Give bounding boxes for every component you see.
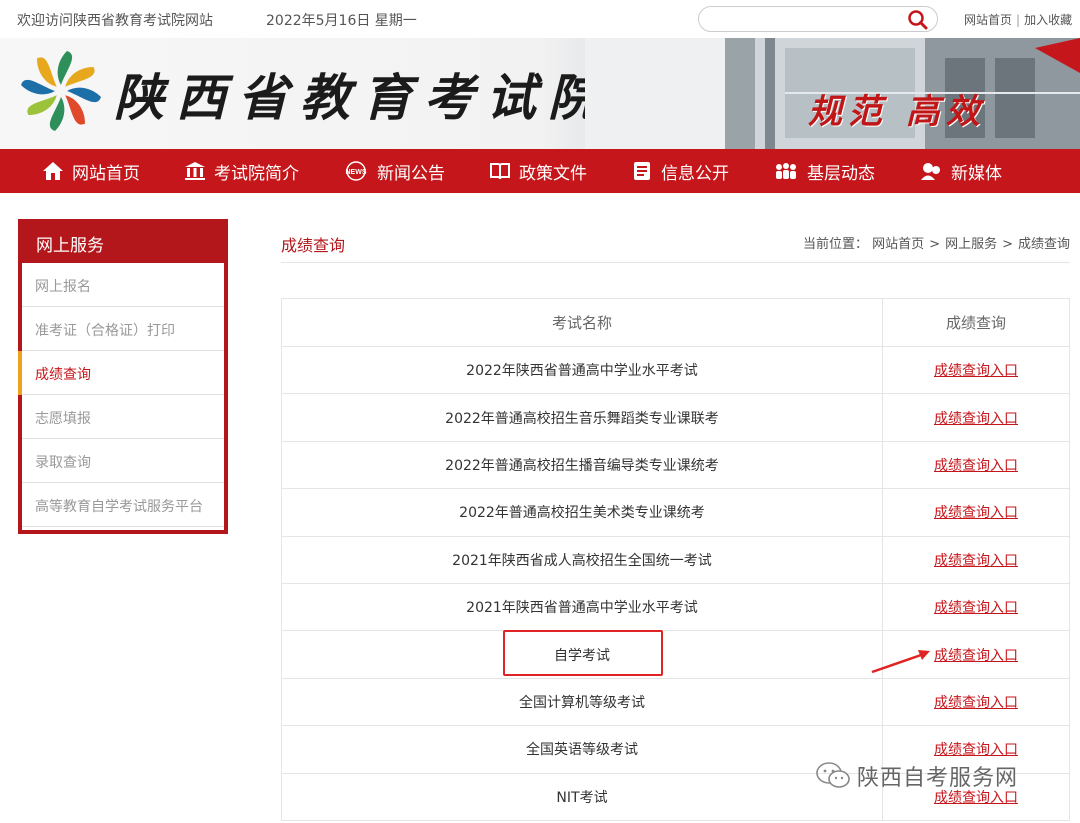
home-icon <box>43 162 63 180</box>
nav-label: 网站首页 <box>72 163 140 184</box>
main-nav: 网站首页 考试院简介 NEWS 新闻公告 政策文件 信息公开 基层动态 新媒体 <box>0 149 1080 193</box>
exam-name: 2021年陕西省普通高中学业水平考试 <box>281 582 883 632</box>
news-icon: NEWS <box>346 161 367 181</box>
table-row: 2022年普通高校招生音乐舞蹈类专业课联考 成绩查询入口 <box>281 393 1070 442</box>
link-cell: 成绩查询入口 <box>882 345 1070 395</box>
table-row: 2022年普通高校招生播音编导类专业课统考 成绩查询入口 <box>281 440 1070 490</box>
table-header-row: 考试名称 成绩查询 <box>281 298 1070 347</box>
breadcrumb: 当前位置： 网站首页 > 网上服务 > 成绩查询 <box>803 233 1070 252</box>
exam-name: 2022年陕西省普通高中学业水平考试 <box>281 345 883 395</box>
nav-label: 基层动态 <box>807 163 875 184</box>
sidebar-item-self-study-platform[interactable]: 高等教育自学考试服务平台 <box>22 483 224 527</box>
banner-slogan: 规范 高效 <box>808 92 986 132</box>
media-icon <box>921 163 940 180</box>
search-icon[interactable] <box>907 9 929 31</box>
nav-label: 新闻公告 <box>377 163 445 184</box>
nav-item-news[interactable]: NEWS 新闻公告 <box>321 149 467 193</box>
sidebar-menu: 网上报名 准考证（合格证）打印 成绩查询 志愿填报 录取查询 高等教育自学考试服… <box>18 263 224 527</box>
link-cell: 成绩查询入口 <box>882 393 1070 442</box>
table-row: 2022年普通高校招生美术类专业课统考 成绩查询入口 <box>281 488 1070 537</box>
nav-item-about[interactable]: 考试院简介 <box>162 149 321 193</box>
column-header-score-query: 成绩查询 <box>882 298 1070 347</box>
top-links: 网站首页 | 加入收藏 <box>964 11 1072 28</box>
people-icon <box>776 163 796 179</box>
table-row: 2021年陕西省成人高校招生全国统一考试 成绩查询入口 <box>281 535 1070 584</box>
sidebar-title: 网上服务 <box>18 219 228 263</box>
nav-label: 政策文件 <box>519 163 587 184</box>
nav-item-home[interactable]: 网站首页 <box>20 149 162 193</box>
score-query-link[interactable]: 成绩查询入口 <box>934 648 1018 664</box>
sidebar-item-admission-query[interactable]: 录取查询 <box>22 439 224 483</box>
breadcrumb-separator: > <box>929 237 941 252</box>
exam-name: 全国计算机等级考试 <box>281 677 883 727</box>
score-query-link[interactable]: 成绩查询入口 <box>934 742 1018 758</box>
exam-name: 2022年普通高校招生美术类专业课统考 <box>281 488 883 537</box>
watermark: 陕西自考服务网 <box>815 760 1018 792</box>
top-bar: 欢迎访问陕西省教育考试院网站 2022年5月16日 星期一 网站首页 | 加入收藏 <box>0 0 1080 38</box>
exam-name: 全国英语等级考试 <box>281 725 883 774</box>
search-box <box>698 6 938 32</box>
content-header: 成绩查询 当前位置： 网站首页 > 网上服务 > 成绩查询 <box>281 219 1070 263</box>
favorite-link[interactable]: 加入收藏 <box>1024 13 1072 27</box>
sidebar-item-score-query[interactable]: 成绩查询 <box>18 351 224 395</box>
score-query-table: 考试名称 成绩查询 2022年陕西省普通高中学业水平考试 成绩查询入口 2022年… <box>281 298 1070 821</box>
logo-icon <box>21 51 101 131</box>
header-banner: 陕西省教育考试院 规范 高效 <box>0 38 1080 149</box>
exam-name: 自学考试 <box>281 630 883 679</box>
sidebar-item-admission-ticket[interactable]: 准考证（合格证）打印 <box>22 307 224 351</box>
nav-item-policy[interactable]: 政策文件 <box>467 149 609 193</box>
sidebar-item-application[interactable]: 志愿填报 <box>22 395 224 439</box>
home-link[interactable]: 网站首页 <box>964 13 1012 27</box>
exam-name: NIT考试 <box>281 772 883 821</box>
link-cell: 成绩查询入口 <box>882 535 1070 584</box>
date-text: 2022年5月16日 星期一 <box>266 13 417 29</box>
exam-name: 2021年陕西省成人高校招生全国统一考试 <box>281 535 883 584</box>
wechat-icon <box>816 762 850 788</box>
exam-name: 2022年普通高校招生播音编导类专业课统考 <box>281 440 883 490</box>
nav-label: 考试院简介 <box>214 163 299 184</box>
site-title: 陕西省教育考试院 <box>114 68 610 127</box>
score-query-link[interactable]: 成绩查询入口 <box>934 553 1018 569</box>
nav-item-local[interactable]: 基层动态 <box>751 149 897 193</box>
table-row: 自学考试 成绩查询入口 <box>281 630 1070 679</box>
breadcrumb-current: 成绩查询 <box>1017 237 1070 252</box>
column-header-exam-name: 考试名称 <box>281 298 883 347</box>
document-icon <box>634 162 650 180</box>
watermark-text: 陕西自考服务网 <box>857 766 1019 791</box>
book-icon <box>490 163 510 180</box>
link-divider: | <box>1016 13 1021 27</box>
link-cell: 成绩查询入口 <box>882 488 1070 537</box>
score-query-link[interactable]: 成绩查询入口 <box>934 790 1018 806</box>
breadcrumb-separator: > <box>1002 237 1013 252</box>
link-cell: 成绩查询入口 <box>882 630 1070 679</box>
nav-label: 新媒体 <box>951 163 1002 184</box>
breadcrumb-prefix: 当前位置： <box>802 237 868 252</box>
sidebar: 网上服务 网上报名 准考证（合格证）打印 成绩查询 志愿填报 录取查询 高等教育… <box>18 219 228 534</box>
page-title: 成绩查询 <box>281 236 346 255</box>
breadcrumb-home[interactable]: 网站首页 <box>872 237 924 252</box>
nav-item-media[interactable]: 新媒体 <box>897 149 1024 193</box>
building-icon <box>185 162 205 180</box>
nav-label: 信息公开 <box>661 163 729 184</box>
breadcrumb-service[interactable]: 网上服务 <box>945 237 997 252</box>
score-query-link[interactable]: 成绩查询入口 <box>934 505 1018 521</box>
score-query-link[interactable]: 成绩查询入口 <box>934 363 1018 379</box>
welcome-text: 欢迎访问陕西省教育考试院网站 <box>17 13 213 29</box>
search-input[interactable] <box>711 10 901 28</box>
score-query-link[interactable]: 成绩查询入口 <box>934 458 1018 474</box>
link-cell: 成绩查询入口 <box>882 677 1070 727</box>
table-row: 2022年陕西省普通高中学业水平考试 成绩查询入口 <box>281 345 1070 395</box>
nav-item-info[interactable]: 信息公开 <box>609 149 751 193</box>
svg-text:NEWS: NEWS <box>346 169 367 176</box>
link-cell: 成绩查询入口 <box>882 582 1070 632</box>
exam-name: 2022年普通高校招生音乐舞蹈类专业课联考 <box>281 393 883 442</box>
link-cell: 成绩查询入口 <box>882 440 1070 490</box>
sidebar-item-registration[interactable]: 网上报名 <box>22 263 224 307</box>
score-query-link[interactable]: 成绩查询入口 <box>934 695 1018 711</box>
table-row: 2021年陕西省普通高中学业水平考试 成绩查询入口 <box>281 582 1070 632</box>
table-row: 全国计算机等级考试 成绩查询入口 <box>281 677 1070 727</box>
score-query-link[interactable]: 成绩查询入口 <box>934 600 1018 616</box>
score-query-link[interactable]: 成绩查询入口 <box>934 411 1018 427</box>
